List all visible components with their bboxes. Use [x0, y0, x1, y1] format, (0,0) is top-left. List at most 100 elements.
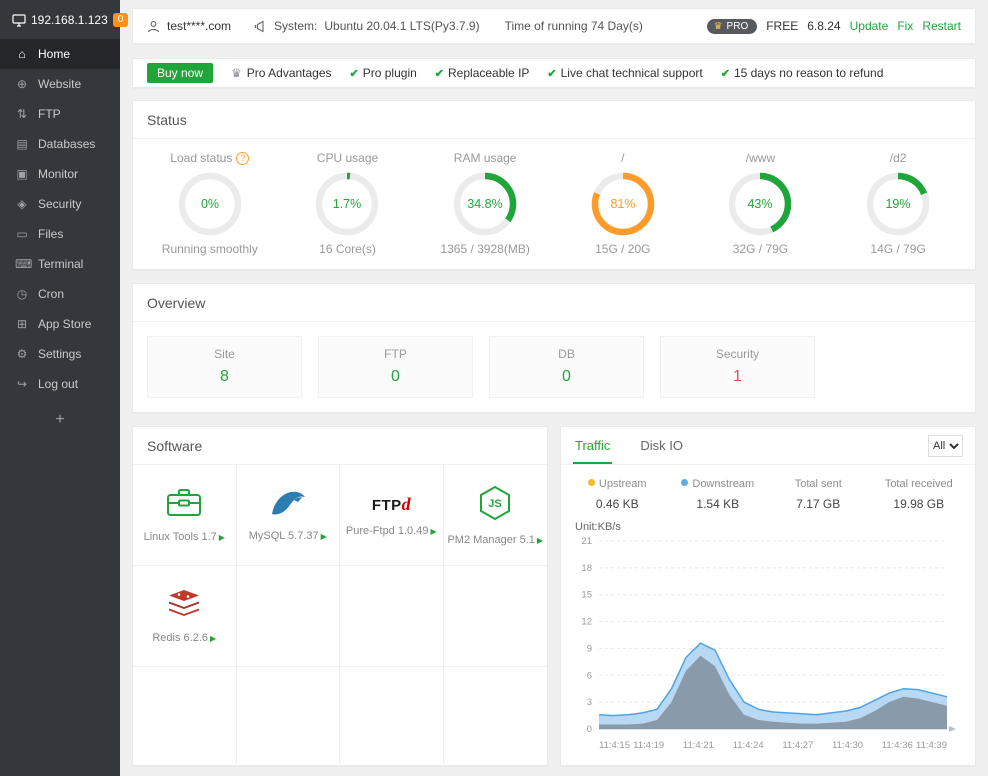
announce-icon [254, 20, 267, 33]
overview-title: Overview [133, 284, 975, 322]
gauge-ring: 43% [727, 171, 793, 237]
sidebar-item-files[interactable]: ▭Files [0, 219, 120, 249]
overview-value: 0 [490, 368, 643, 386]
sidebar-item-security[interactable]: ◈ Security [0, 189, 120, 219]
software-title: Software [133, 427, 547, 465]
overview-label: Security [661, 347, 814, 361]
pro-badge[interactable]: ♛ PRO [707, 19, 758, 34]
help-icon[interactable]: ? [236, 152, 249, 165]
axis-arrow-icon [949, 726, 956, 732]
overview-box-security[interactable]: Security1 [660, 336, 815, 398]
overview-value: 8 [148, 368, 301, 386]
pure-ftpd-logo-icon: FTPd [372, 499, 411, 513]
gauge-sub: 15G / 20G [595, 242, 650, 256]
user-icon [147, 20, 160, 33]
gauge-label: Load status? [170, 151, 249, 165]
svg-text:11:4:15: 11:4:15 [599, 740, 630, 751]
monitor-screen-icon [12, 14, 26, 27]
overview-box-site[interactable]: Site8 [147, 336, 302, 398]
software-empty-cell [133, 667, 237, 768]
sidebar-item-label: Security [38, 197, 81, 211]
legend-value: 7.17 GB [768, 497, 869, 511]
gauge-sub: 32G / 79G [733, 242, 788, 256]
sidebar-item-home[interactable]: ⌂Home [0, 39, 120, 69]
legend-total-sent: Total sent 7.17 GB [768, 478, 869, 511]
legend-dot-icon [681, 479, 688, 486]
overview-box-ftp[interactable]: FTP0 [318, 336, 473, 398]
sidebar-item-app-store[interactable]: ⊞App Store [0, 309, 120, 339]
sidebar-item-label: Website [38, 77, 81, 91]
svg-text:11:4:27: 11:4:27 [782, 740, 813, 751]
gauge-ring: 0% [177, 171, 243, 237]
gauge--www: /www43%32G / 79G [692, 151, 828, 256]
software-item-pure-ftpd-1-0-49[interactable]: FTPd Pure-Ftpd 1.0.49▶ [340, 465, 444, 566]
pro-advantages[interactable]: ♛ Pro Advantages [231, 66, 332, 80]
sidebar-item-website[interactable]: ⊕Website [0, 69, 120, 99]
sidebar-item-monitor[interactable]: ▣Monitor [0, 159, 120, 189]
settings-icon: ⚙ [15, 347, 29, 361]
appstore-icon: ⊞ [15, 317, 29, 331]
update-link[interactable]: Update [850, 19, 889, 33]
traffic-range-select[interactable]: All [928, 435, 963, 457]
redis-icon [166, 589, 202, 619]
gauge-ram-usage: RAM usage 34.8% 1365 / 3928(MB) [417, 151, 553, 256]
sidebar-item-terminal[interactable]: ⌨Terminal [0, 249, 120, 279]
add-shortcut-button[interactable]: + [0, 399, 120, 441]
terminal-icon: ⌨ [15, 257, 29, 271]
mysql-dolphin-icon [269, 489, 307, 517]
running-indicator-icon: ▶ [537, 536, 543, 545]
svg-text:9: 9 [587, 643, 592, 654]
software-name: Linux Tools 1.7▶ [144, 531, 225, 543]
sidebar-item-cron[interactable]: ◷Cron [0, 279, 120, 309]
buy-now-button[interactable]: Buy now [147, 63, 213, 83]
legend-upstream: Upstream 0.46 KB [567, 478, 668, 511]
svg-text:12: 12 [581, 617, 592, 628]
gauge-label: CPU usage [317, 151, 378, 165]
overview-label: DB [490, 347, 643, 361]
software-item-mysql-5-7-37[interactable]: MySQL 5.7.37▶ [237, 465, 341, 566]
software-grid: Linux Tools 1.7▶ MySQL 5.7.37▶ FTPd Pure-Ft… [133, 465, 547, 768]
software-item-redis-6-2-6[interactable]: Redis 6.2.6▶ [133, 566, 237, 667]
tab-disk-io[interactable]: Disk IO [638, 427, 685, 464]
legend-label: Upstream [567, 478, 668, 490]
overview-box-db[interactable]: DB 0 [489, 336, 644, 398]
running-indicator-icon: ▶ [430, 527, 436, 536]
software-item-pm2-manager-5-1[interactable]: JSPM2 Manager 5.1▶ [444, 465, 548, 566]
traffic-chart-container: 03691215182111:4:1511:4:1911:4:2111:4:24… [561, 533, 975, 760]
svg-text:81%: 81% [610, 197, 635, 211]
software-item-linux-tools-1-7[interactable]: Linux Tools 1.7▶ [133, 465, 237, 566]
running-indicator-icon: ▶ [321, 532, 327, 541]
monitor-icon: ▣ [15, 167, 29, 181]
sidebar-item-ftp[interactable]: ⇅FTP [0, 99, 120, 129]
svg-text:11:4:30: 11:4:30 [832, 740, 863, 751]
legend-label: Total received [869, 478, 970, 490]
overview-label: FTP [319, 347, 472, 361]
software-name: Pure-Ftpd 1.0.49▶ [346, 525, 437, 537]
svg-text:21: 21 [581, 536, 592, 547]
home-icon: ⌂ [15, 47, 29, 61]
fix-link[interactable]: Fix [897, 19, 913, 33]
tab-traffic[interactable]: Traffic [573, 427, 612, 464]
gauge-label: RAM usage [454, 151, 517, 165]
status-panel: Status Load status?0%Running smoothlyCPU… [132, 100, 976, 270]
sidebar-item-label: Log out [38, 377, 78, 391]
check-icon: ✔ [721, 67, 730, 80]
overview-boxes: Site8 FTP0 DB 0 Security1 [133, 322, 975, 412]
svg-text:0%: 0% [201, 197, 219, 211]
bottom-row: Software Linux Tools 1.7▶MySQL 5.7.37▶FT… [132, 426, 976, 766]
legend-value: 0.46 KB [567, 497, 668, 511]
server-header[interactable]: 192.168.1.123 0 [0, 0, 120, 39]
sidebar-item-settings[interactable]: ⚙Settings [0, 339, 120, 369]
sidebar-item-databases[interactable]: ▤Databases [0, 129, 120, 159]
traffic-legend: Upstream0.46 KBDownstream1.54 KBTotal se… [561, 465, 975, 511]
sidebar-item-log-out[interactable]: ↪Log out [0, 369, 120, 399]
account-name[interactable]: test****.com [167, 19, 231, 33]
gauge-cpu-usage: CPU usage1.7%16 Core(s) [279, 151, 415, 256]
restart-link[interactable]: Restart [922, 19, 961, 33]
gauge-sub: 1365 / 3928(MB) [440, 242, 529, 256]
legend-label: Total sent [768, 478, 869, 490]
svg-text:34.8%: 34.8% [467, 197, 502, 211]
promo-bar: Buy now ♛ Pro Advantages ✔Pro plugin ✔Re… [132, 58, 976, 88]
security-icon: ◈ [15, 197, 29, 211]
gauge-ring: 81% [590, 171, 656, 237]
